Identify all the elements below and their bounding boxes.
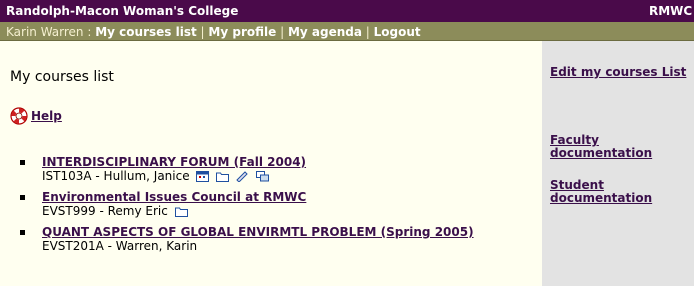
nav-divider: | bbox=[280, 25, 285, 39]
nav-divider: | bbox=[200, 25, 205, 39]
nav-bar: Karin Warren : My courses list | My prof… bbox=[0, 22, 694, 41]
main-content: My courses list Help INTERDISCIPLINARY F… bbox=[0, 41, 542, 286]
list-item: QUANT ASPECTS OF GLOBAL ENVIRMTL PROBLEM… bbox=[20, 225, 482, 253]
course-link-environmental-issues[interactable]: Environmental Issues Council at RMWC bbox=[42, 190, 306, 204]
lifebuoy-icon[interactable] bbox=[10, 107, 28, 125]
help-link[interactable]: Help bbox=[31, 109, 62, 123]
page-title: My courses list bbox=[10, 69, 114, 85]
edit-courses-link[interactable]: Edit my courses List bbox=[550, 65, 686, 79]
nav-link-profile[interactable]: My profile bbox=[208, 25, 276, 39]
faculty-documentation-link[interactable]: Faculty documentation bbox=[550, 134, 660, 160]
student-documentation-link[interactable]: Student documentation bbox=[550, 179, 660, 205]
user-name: Karin Warren bbox=[6, 25, 84, 39]
course-meta: IST103A - Hullum, Janice bbox=[42, 169, 190, 183]
top-bar: Randolph-Macon Woman's College RMWC bbox=[0, 0, 694, 22]
sidebar: Edit my courses List Faculty documentati… bbox=[542, 41, 694, 286]
org-name: Randolph-Macon Woman's College bbox=[6, 4, 239, 18]
org-abbrev: RMWC bbox=[649, 4, 693, 18]
nav-divider: | bbox=[365, 25, 370, 39]
bullet-icon bbox=[20, 230, 25, 235]
course-meta: EVST201A - Warren, Karin bbox=[42, 239, 198, 253]
course-meta: EVST999 - Remy Eric bbox=[42, 204, 168, 218]
course-link-quant-aspects[interactable]: QUANT ASPECTS OF GLOBAL ENVIRMTL PROBLEM… bbox=[42, 225, 474, 239]
nav-link-courses[interactable]: My courses list bbox=[95, 25, 196, 39]
folder-icon[interactable] bbox=[174, 206, 188, 217]
help-link-row[interactable]: Help bbox=[10, 107, 62, 125]
nav-link-logout[interactable]: Logout bbox=[374, 25, 421, 39]
list-item: INTERDISCIPLINARY FORUM (Fall 2004) IST1… bbox=[20, 155, 482, 183]
forum-icon[interactable] bbox=[236, 171, 249, 182]
course-link-interdisciplinary-forum[interactable]: INTERDISCIPLINARY FORUM (Fall 2004) bbox=[42, 155, 306, 169]
chat-icon[interactable] bbox=[255, 171, 269, 182]
folder-icon[interactable] bbox=[216, 171, 230, 182]
nav-link-agenda[interactable]: My agenda bbox=[288, 25, 362, 39]
course-meta-row: EVST999 - Remy Eric bbox=[42, 204, 482, 218]
course-meta-row: IST103A - Hullum, Janice bbox=[42, 169, 482, 183]
course-list: INTERDISCIPLINARY FORUM (Fall 2004) IST1… bbox=[20, 155, 482, 260]
bullet-icon bbox=[20, 195, 25, 200]
list-item: Environmental Issues Council at RMWC EVS… bbox=[20, 190, 482, 218]
calendar-icon[interactable] bbox=[196, 171, 210, 182]
bullet-icon bbox=[20, 160, 25, 165]
nav-separator: : bbox=[87, 25, 92, 39]
